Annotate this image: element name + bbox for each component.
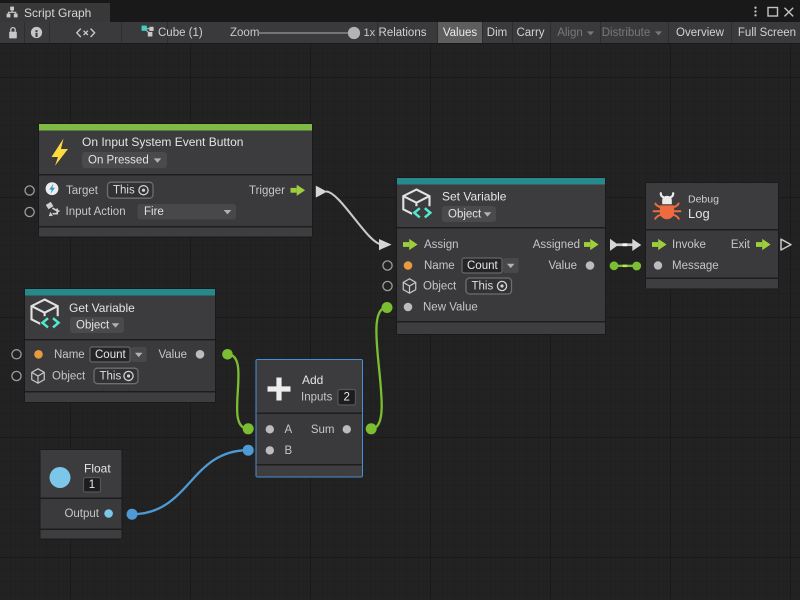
svg-text:Values: Values — [443, 27, 478, 39]
svg-text:Assign: Assign — [424, 239, 459, 251]
svg-text:Value: Value — [158, 349, 187, 361]
svg-text:Message: Message — [672, 260, 719, 272]
svg-text:Sum: Sum — [311, 424, 335, 436]
svg-text:1x: 1x — [364, 27, 376, 39]
svg-text:Align: Align — [557, 27, 583, 39]
svg-text:A: A — [285, 424, 293, 436]
svg-text:Name: Name — [424, 260, 455, 272]
svg-text:Invoke: Invoke — [672, 239, 706, 251]
svg-text:Output: Output — [64, 508, 99, 520]
svg-text:Value: Value — [548, 260, 577, 272]
svg-text:Log: Log — [688, 206, 710, 221]
svg-text:Zoom: Zoom — [230, 27, 259, 39]
svg-text:Distribute: Distribute — [602, 27, 651, 39]
svg-text:Exit: Exit — [731, 239, 751, 251]
svg-text:Float: Float — [84, 462, 111, 476]
svg-text:2: 2 — [343, 392, 349, 404]
svg-text:Name: Name — [54, 349, 85, 361]
svg-text:Cube (1): Cube (1) — [158, 27, 203, 39]
svg-text:This: This — [472, 280, 494, 292]
svg-text:This: This — [113, 185, 135, 197]
svg-text:1: 1 — [89, 479, 95, 491]
svg-text:Target: Target — [66, 185, 99, 197]
svg-text:This: This — [100, 370, 122, 382]
svg-text:Full Screen: Full Screen — [738, 27, 796, 39]
svg-text:On Input System Event Button: On Input System Event Button — [82, 135, 243, 149]
svg-text:Count: Count — [95, 349, 126, 361]
svg-text:Object: Object — [52, 371, 86, 383]
svg-text:Count: Count — [467, 260, 498, 272]
svg-text:Object: Object — [448, 208, 482, 220]
svg-text:Trigger: Trigger — [249, 185, 285, 197]
svg-text:Debug: Debug — [688, 194, 719, 206]
svg-text:Script Graph: Script Graph — [24, 6, 91, 20]
svg-text:Input Action: Input Action — [66, 206, 126, 218]
svg-text:Inputs: Inputs — [301, 391, 333, 403]
svg-text:Assigned: Assigned — [533, 239, 580, 251]
svg-text:Dim: Dim — [487, 27, 507, 39]
svg-text:Overview: Overview — [676, 27, 725, 39]
svg-text:Object: Object — [76, 319, 110, 331]
svg-text:Get Variable: Get Variable — [69, 301, 135, 315]
svg-text:New Value: New Value — [423, 302, 478, 314]
svg-text:B: B — [285, 445, 293, 457]
svg-text:Relations: Relations — [379, 27, 427, 39]
svg-text:Set Variable: Set Variable — [442, 190, 507, 204]
svg-text:On Pressed: On Pressed — [88, 155, 149, 167]
svg-text:Add: Add — [302, 373, 323, 387]
svg-text:Fire: Fire — [144, 206, 164, 218]
svg-text:Carry: Carry — [516, 27, 544, 39]
svg-text:Object: Object — [423, 281, 457, 293]
